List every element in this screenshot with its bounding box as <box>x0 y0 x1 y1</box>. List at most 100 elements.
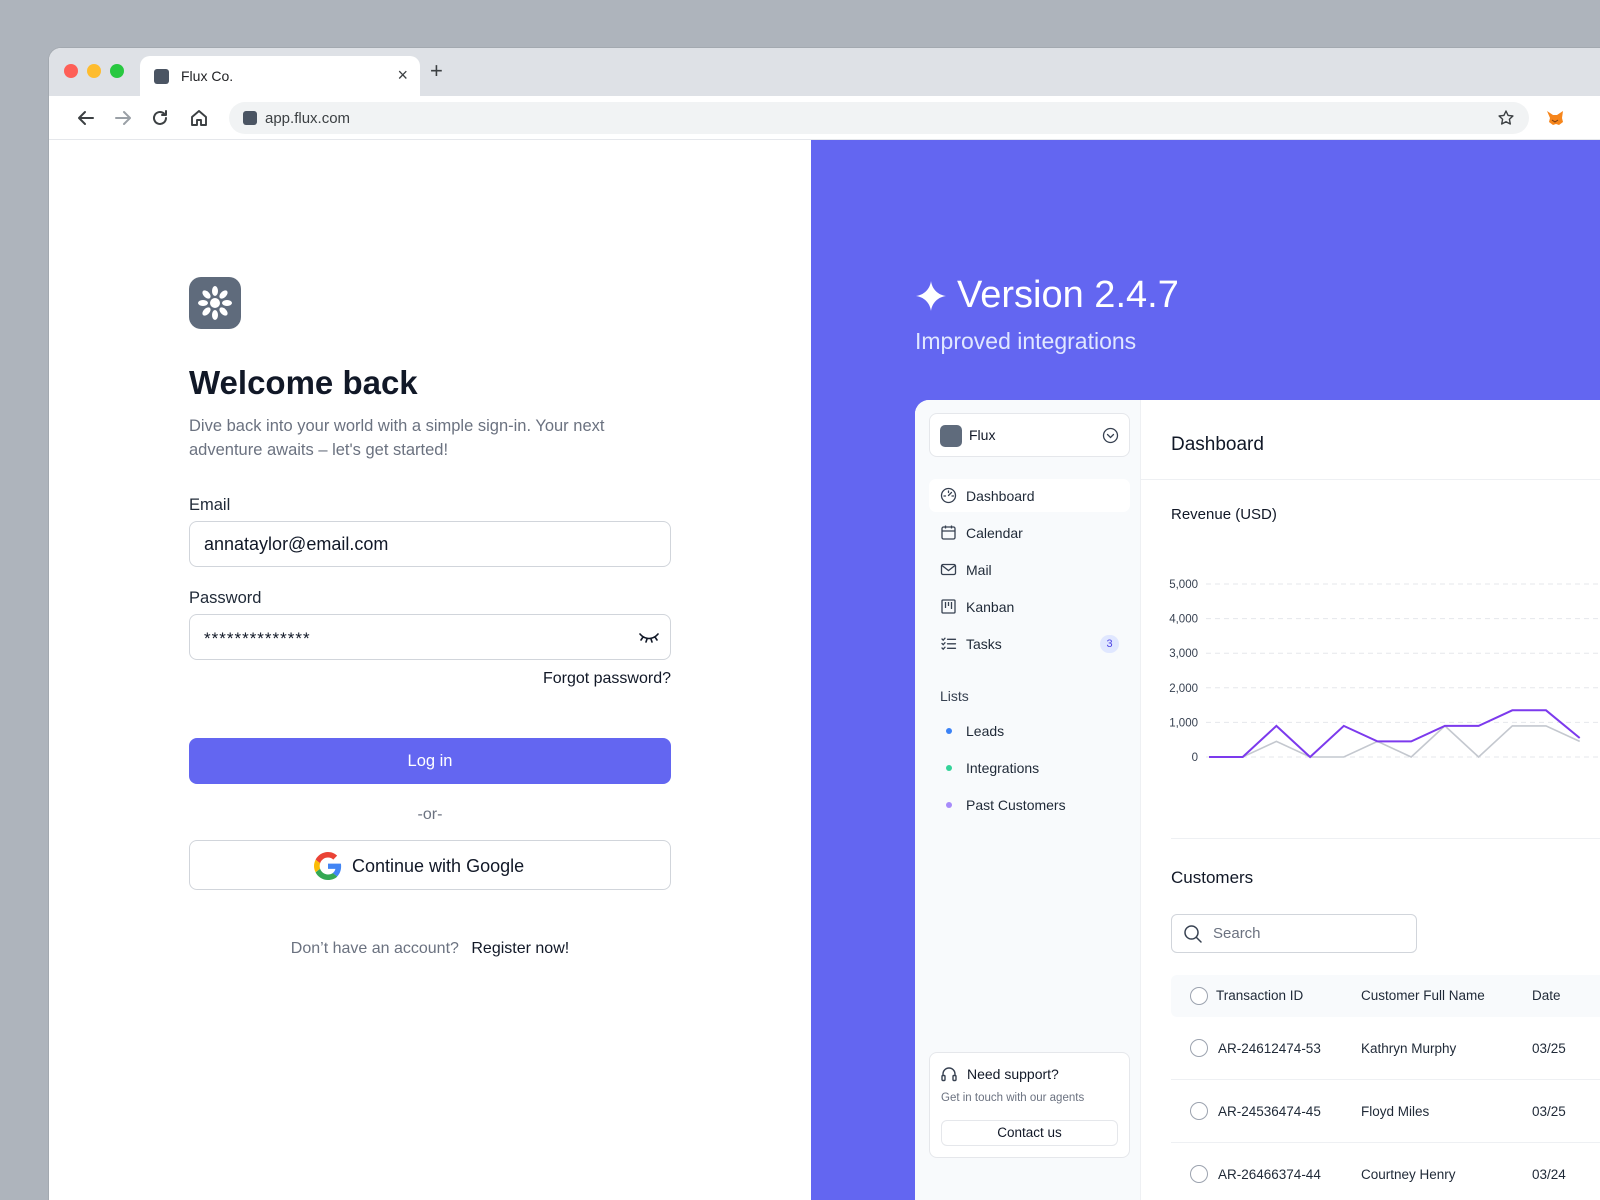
past-customers-dot-icon <box>946 802 952 808</box>
section-divider <box>1171 838 1600 839</box>
calendar-icon <box>941 525 956 540</box>
close-window-button[interactable] <box>64 64 78 78</box>
email-field[interactable]: annataylor@email.com <box>189 521 671 567</box>
login-button[interactable]: Log in <box>189 738 671 784</box>
search-input[interactable]: Search <box>1171 914 1417 953</box>
register-link[interactable]: Register now! <box>471 940 569 957</box>
bookmark-star-icon[interactable] <box>1497 109 1515 127</box>
column-header[interactable]: Date <box>1532 988 1561 1003</box>
sidebar-item-label: Dashboard <box>966 488 1035 504</box>
maximize-window-button[interactable] <box>110 64 124 78</box>
chevron-down-circle-icon <box>1102 427 1119 444</box>
flux-logo <box>189 277 241 329</box>
google-button-label: Continue with Google <box>352 856 525 876</box>
email-label: Email <box>189 496 231 514</box>
sidebar-item-kanban[interactable]: Kanban <box>929 590 1130 623</box>
column-header[interactable]: Transaction ID <box>1216 988 1303 1003</box>
mail-icon <box>940 563 957 576</box>
google-signin-button[interactable]: Continue with Google <box>189 840 671 890</box>
password-value: ************** <box>204 629 311 648</box>
home-icon[interactable] <box>188 107 210 129</box>
app-preview: Flux Dashboard Calendar Mail Kanban Task… <box>915 400 1600 1200</box>
sidebar-item-label: Mail <box>966 562 992 578</box>
reload-icon[interactable] <box>149 107 171 129</box>
headphones-icon <box>941 1067 957 1082</box>
table-row[interactable]: AR-26466374-44 Courtney Henry 03/24 <box>1171 1143 1600 1200</box>
transaction-id-cell: AR-24536474-45 <box>1218 1104 1321 1119</box>
sidebar-item-label: Kanban <box>966 599 1015 615</box>
y-tick-label: 0 <box>1192 752 1198 764</box>
browser-window: Flux Co. × + app.flux.com Welcome back D… <box>49 48 1600 1200</box>
customer-name-cell: Floyd Miles <box>1361 1104 1430 1119</box>
revenue-chart: 01,0002,0003,0004,0005,000010305070911 <box>1169 579 1600 764</box>
contact-us-button[interactable]: Contact us <box>941 1120 1118 1146</box>
table-row[interactable]: AR-24612474-53 Kathryn Murphy 03/25 <box>1171 1017 1600 1080</box>
dashboard-title: Dashboard <box>1171 434 1264 455</box>
no-account-text: Don’t have an account? <box>290 940 459 957</box>
sidebar-item-label: Tasks <box>966 636 1002 652</box>
page-title: Welcome back <box>189 364 418 401</box>
sidebar-item-mail[interactable]: Mail <box>929 553 1130 586</box>
login-subtitle: Dive back into your world with a simple … <box>189 417 605 459</box>
flux-favicon-icon <box>154 69 169 84</box>
support-card: Need support? Get in touch with our agen… <box>929 1052 1130 1158</box>
column-header[interactable]: Customer Full Name <box>1361 988 1485 1003</box>
minimize-window-button[interactable] <box>87 64 101 78</box>
revenue-chart-title: Revenue (USD) <box>1171 506 1277 523</box>
list-item-label: Integrations <box>966 760 1040 776</box>
workspace-switcher[interactable]: Flux <box>929 413 1130 457</box>
url-text: app.flux.com <box>265 110 351 127</box>
workspace-name: Flux <box>969 427 996 443</box>
close-tab-icon[interactable]: × <box>397 65 408 86</box>
dashboard-icon <box>940 487 957 504</box>
kanban-icon <box>941 599 956 614</box>
version-title: Version 2.4.7 <box>957 274 1179 316</box>
table-header: Transaction ID Customer Full Name Date <box>1171 975 1600 1017</box>
list-item-leads[interactable]: Leads <box>929 714 1130 747</box>
sparkle-icon <box>916 281 946 311</box>
login-panel: Welcome back Dive back into your world w… <box>49 140 811 1200</box>
flux-logo-icon <box>198 286 232 320</box>
back-arrow-icon[interactable] <box>75 107 97 129</box>
sidebar-item-label: Calendar <box>966 525 1023 541</box>
lists-heading: Lists <box>940 688 969 704</box>
tab-title: Flux Co. <box>181 68 234 84</box>
list-item-integrations[interactable]: Integrations <box>929 751 1130 784</box>
table-row[interactable]: AR-24536474-45 Floyd Miles 03/25 <box>1171 1080 1600 1143</box>
y-tick-label: 3,000 <box>1169 648 1198 660</box>
row-checkbox[interactable] <box>1190 1039 1208 1057</box>
eye-closed-icon[interactable] <box>638 629 660 645</box>
page-content: Welcome back Dive back into your world w… <box>49 140 1600 1200</box>
list-item-label: Past Customers <box>966 797 1066 813</box>
forgot-password-link[interactable]: Forgot password? <box>531 670 671 688</box>
sidebar-item-dashboard[interactable]: Dashboard <box>929 479 1130 512</box>
app-sidebar: Flux Dashboard Calendar Mail Kanban Task… <box>915 400 1141 1200</box>
sidebar-item-calendar[interactable]: Calendar <box>929 516 1130 549</box>
new-tab-icon[interactable]: + <box>430 60 443 82</box>
select-all-checkbox[interactable] <box>1190 987 1208 1005</box>
y-tick-label: 4,000 <box>1169 614 1198 626</box>
dashboard-header: Dashboard <box>1141 400 1600 480</box>
address-bar[interactable]: app.flux.com <box>229 102 1529 134</box>
site-favicon-icon <box>243 111 257 125</box>
google-logo-icon <box>314 852 342 880</box>
flux-workspace-icon <box>940 425 962 447</box>
email-value: annataylor@email.com <box>204 534 389 554</box>
leads-dot-icon <box>946 728 952 734</box>
or-divider: -or- <box>417 806 443 823</box>
sidebar-item-tasks[interactable]: Tasks 3 <box>929 627 1130 660</box>
date-cell: 03/25 <box>1532 1104 1566 1119</box>
y-tick-label: 1,000 <box>1169 717 1198 729</box>
password-field[interactable]: ************** <box>189 614 671 660</box>
forward-arrow-icon[interactable] <box>112 107 134 129</box>
fox-extension-icon[interactable] <box>1546 109 1564 127</box>
row-checkbox[interactable] <box>1190 1102 1208 1120</box>
support-subtitle: Get in touch with our agents <box>941 1092 1085 1104</box>
list-item-label: Leads <box>966 723 1005 739</box>
row-checkbox[interactable] <box>1190 1165 1208 1183</box>
transaction-id-cell: AR-24612474-53 <box>1218 1041 1321 1056</box>
register-row: Don’t have an account? Register now! <box>189 940 671 958</box>
list-item-past-customers[interactable]: Past Customers <box>929 788 1130 821</box>
customer-name-cell: Courtney Henry <box>1361 1167 1456 1182</box>
browser-tab[interactable]: Flux Co. × <box>140 56 420 96</box>
